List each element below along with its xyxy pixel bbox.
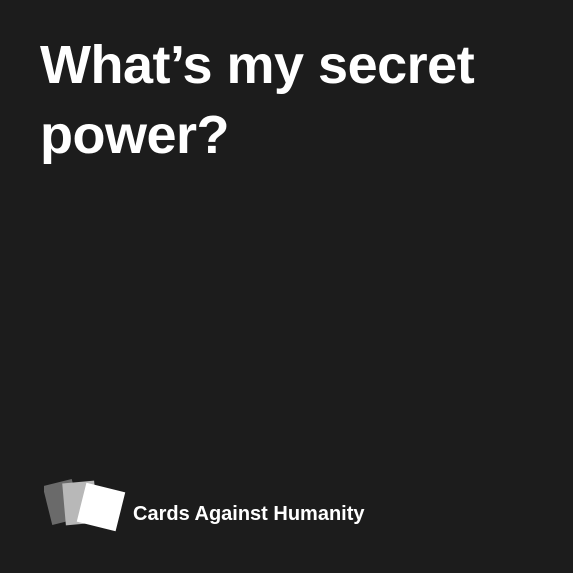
brand-name: Cards Against Humanity [133, 503, 365, 525]
stacked-cards-icon [44, 478, 126, 532]
brand-footer: Cards Against Humanity [44, 476, 365, 536]
black-card: What’s my secret power? Cards Against Hu… [0, 0, 573, 573]
card-prompt: What’s my secret power? [40, 35, 475, 165]
